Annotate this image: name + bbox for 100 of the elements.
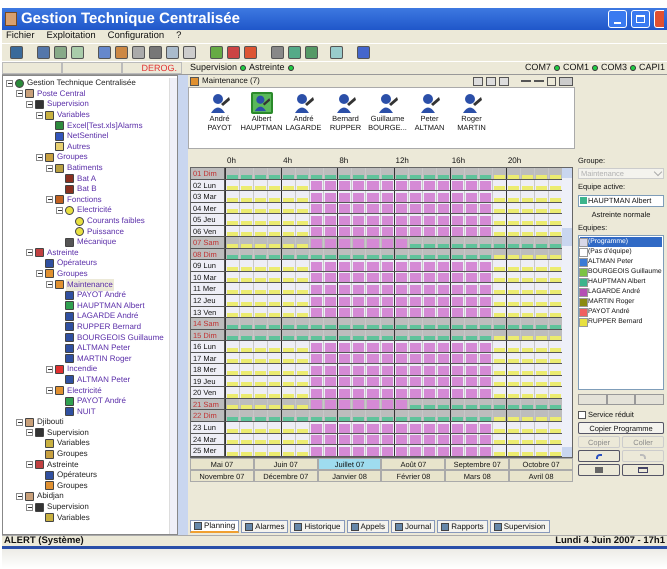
tree-item[interactable]: Variables (56, 512, 91, 524)
menu-item[interactable]: Configuration (108, 29, 164, 44)
blank-button[interactable] (606, 394, 636, 405)
tree-item[interactable]: Fonctions (66, 194, 103, 206)
collapse-toggle[interactable] (36, 154, 43, 161)
view-tab[interactable]: Planning (190, 520, 240, 533)
toolbar-icon[interactable] (210, 46, 223, 59)
view-tab[interactable]: Supervision (490, 520, 550, 533)
maximize-button[interactable] (631, 10, 650, 28)
toolbar-icon[interactable] (166, 46, 179, 59)
blank-button[interactable] (578, 394, 607, 405)
toolbar-icon[interactable] (271, 46, 284, 59)
tree-item[interactable]: LAGARDE André (76, 310, 140, 322)
toolbar-icon[interactable] (183, 46, 196, 59)
tree-item[interactable]: Autres (66, 140, 92, 153)
toolbar-icon[interactable] (330, 46, 343, 59)
blank-button[interactable] (635, 394, 664, 405)
collapse-toggle[interactable] (56, 206, 63, 214)
tree-item[interactable]: Groupes (56, 268, 89, 280)
toolbar-icon[interactable] (132, 46, 145, 59)
close-button[interactable] (654, 10, 664, 28)
tree-item[interactable]: Groupes (56, 151, 89, 164)
tree-item[interactable]: Astreinte (46, 458, 80, 471)
collapse-toggle[interactable] (46, 164, 53, 172)
tree-item[interactable]: Abidjan (36, 490, 65, 502)
tree-item[interactable]: Astreinte (46, 246, 80, 259)
tree-item[interactable]: Opérateurs (56, 257, 98, 270)
tree-item[interactable]: HAUPTMAN Albert (76, 300, 146, 312)
view-tab[interactable]: Rapports (437, 520, 488, 533)
collapse-toggle[interactable] (26, 249, 33, 256)
tree-item[interactable]: Bat B (76, 183, 98, 196)
zoom-icon[interactable] (547, 76, 556, 86)
window-button[interactable] (622, 464, 664, 476)
view-tab[interactable]: Alarmes (241, 520, 288, 533)
collapse-toggle[interactable] (16, 90, 23, 98)
checkbox[interactable] (578, 410, 586, 419)
tree-item[interactable]: Batiments (66, 162, 104, 174)
collapse-toggle[interactable] (26, 429, 33, 436)
scrollbar[interactable] (562, 168, 572, 457)
menu-item[interactable]: ? (176, 29, 182, 44)
scrollbar[interactable] (169, 78, 177, 534)
tree-item[interactable]: Maintenance (66, 278, 114, 291)
tree-item[interactable]: PAYOT André (76, 395, 127, 408)
tree-item[interactable]: Groupes (56, 448, 89, 460)
toolbar-icon[interactable] (54, 46, 67, 59)
collapse-toggle[interactable] (26, 100, 33, 108)
undo-button[interactable] (578, 450, 620, 462)
port-label: CAPI1 (638, 61, 665, 74)
collapse-toggle[interactable] (46, 196, 53, 204)
grid-menu-icon[interactable] (559, 76, 573, 86)
tree-item[interactable]: Incendie (66, 363, 98, 376)
collapse-toggle[interactable] (16, 418, 23, 426)
tree-item[interactable]: Djibouti (36, 416, 65, 428)
tree-item[interactable]: Opérateurs (56, 469, 98, 482)
tree-item[interactable]: Variables (56, 109, 91, 122)
tree-item[interactable]: Mécanique (76, 236, 118, 248)
tree-item[interactable]: MARTIN Roger (76, 352, 133, 365)
tree-item[interactable]: Supervision (46, 501, 90, 514)
toolbar-icon[interactable] (305, 46, 318, 59)
tree-item[interactable]: Variables (56, 437, 91, 450)
collapse-toggle[interactable] (36, 270, 43, 278)
view-tab[interactable]: Appels (346, 520, 389, 533)
tree-item[interactable]: Supervision (46, 98, 90, 110)
menu-item[interactable]: Fichier (6, 29, 35, 44)
tree-item[interactable]: NUIT (76, 406, 97, 418)
view-tab[interactable]: Historique (290, 520, 344, 533)
tree-item[interactable]: RUPPER Bernard (76, 320, 142, 333)
tree-item[interactable]: ALTMAN Peter (76, 342, 132, 354)
collapse-toggle[interactable] (46, 366, 53, 373)
tree-item[interactable]: Courants faibles (86, 215, 146, 228)
collapse-toggle[interactable] (46, 387, 53, 394)
tree-item[interactable]: Gestion Technique Centralisée (26, 77, 137, 90)
toolbar-icon[interactable] (115, 46, 128, 59)
tree-item[interactable]: Electricité (76, 204, 113, 216)
tree-item[interactable]: Poste Central (36, 88, 86, 100)
collapse-toggle[interactable] (26, 461, 33, 468)
tree-item[interactable]: PAYOT André (76, 289, 127, 302)
tree-item[interactable]: NetSentinel (66, 130, 110, 142)
toolbar-icon[interactable] (288, 46, 301, 59)
toolbar-icon[interactable] (98, 46, 111, 59)
tree-item[interactable]: ALTMAN Peter (76, 374, 132, 386)
collapse-toggle[interactable] (6, 80, 13, 87)
tree-item[interactable]: Bat A (76, 172, 98, 185)
tree-node-icon (55, 132, 64, 141)
collapse-toggle[interactable] (16, 492, 23, 500)
tree-item[interactable]: Puissance (86, 226, 125, 238)
tree-item[interactable]: Electricité (66, 384, 103, 397)
tree-item[interactable]: Excel[Test.xls]Alarms (66, 120, 144, 132)
tree-item[interactable]: Supervision (46, 426, 90, 439)
menu-item[interactable]: Exploitation (46, 29, 96, 44)
view-tab[interactable]: Journal (390, 520, 436, 533)
collapse-toggle[interactable] (36, 112, 43, 119)
tree-item[interactable]: BOURGEOIS Guillaume (76, 332, 165, 344)
derogation-indicator: DEROG. (122, 62, 182, 74)
tree-item[interactable]: Groupes (56, 480, 89, 492)
collapse-toggle[interactable] (26, 504, 33, 511)
collapse-toggle[interactable] (46, 281, 53, 288)
minimize-button[interactable] (608, 10, 627, 28)
toolbar-icon[interactable] (71, 46, 84, 59)
print-button[interactable] (578, 464, 620, 476)
